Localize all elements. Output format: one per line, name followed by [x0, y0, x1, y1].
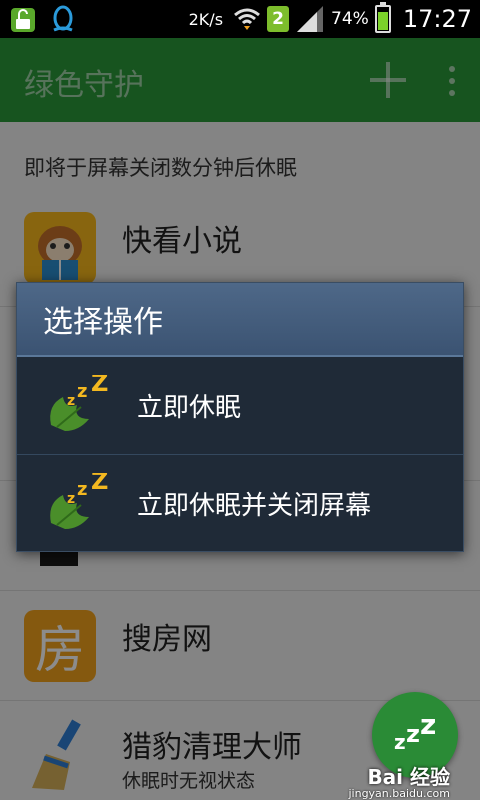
battery-percent: 74% [331, 9, 369, 29]
wifi-icon [234, 8, 260, 30]
sim-badge: 2 [267, 6, 290, 32]
svg-text:z: z [67, 393, 75, 409]
network-speed: 2K/s [188, 9, 224, 29]
sleep-zzz-icon: z [394, 730, 406, 754]
sleep-and-screen-off-option[interactable]: z z Z 立即休眠并关闭屏幕 [17, 454, 463, 551]
svg-text:z: z [77, 479, 87, 500]
battery-icon [374, 2, 391, 33]
svg-text:Z: Z [91, 375, 108, 397]
option-label: 立即休眠 [137, 393, 242, 423]
sleep-leaf-icon: z z Z [50, 473, 108, 529]
clock: 17:27 [402, 5, 472, 33]
option-label: 立即休眠并关闭屏幕 [137, 490, 372, 521]
svg-text:z: z [67, 491, 75, 507]
unlock-icon [11, 8, 35, 32]
qq-icon [53, 5, 73, 32]
watermark-url: jingyan.baidu.com [348, 787, 450, 800]
battery-level [377, 12, 388, 30]
svg-text:Z: Z [91, 473, 108, 495]
sleep-now-option[interactable]: z z Z 立即休眠 [17, 357, 463, 454]
action-dialog: 选择操作 z z Z 立即休眠 z z Z 立即休眠并关闭屏幕 [16, 282, 464, 552]
sleep-leaf-icon: z z Z [50, 375, 108, 431]
signal-icon [297, 6, 324, 32]
watermark: Bai 经验 [367, 765, 450, 789]
status-bar: 2K/s 2 74% 17:27 [0, 0, 480, 38]
dialog-title: 选择操作 [17, 283, 463, 357]
svg-text:z: z [77, 381, 87, 402]
